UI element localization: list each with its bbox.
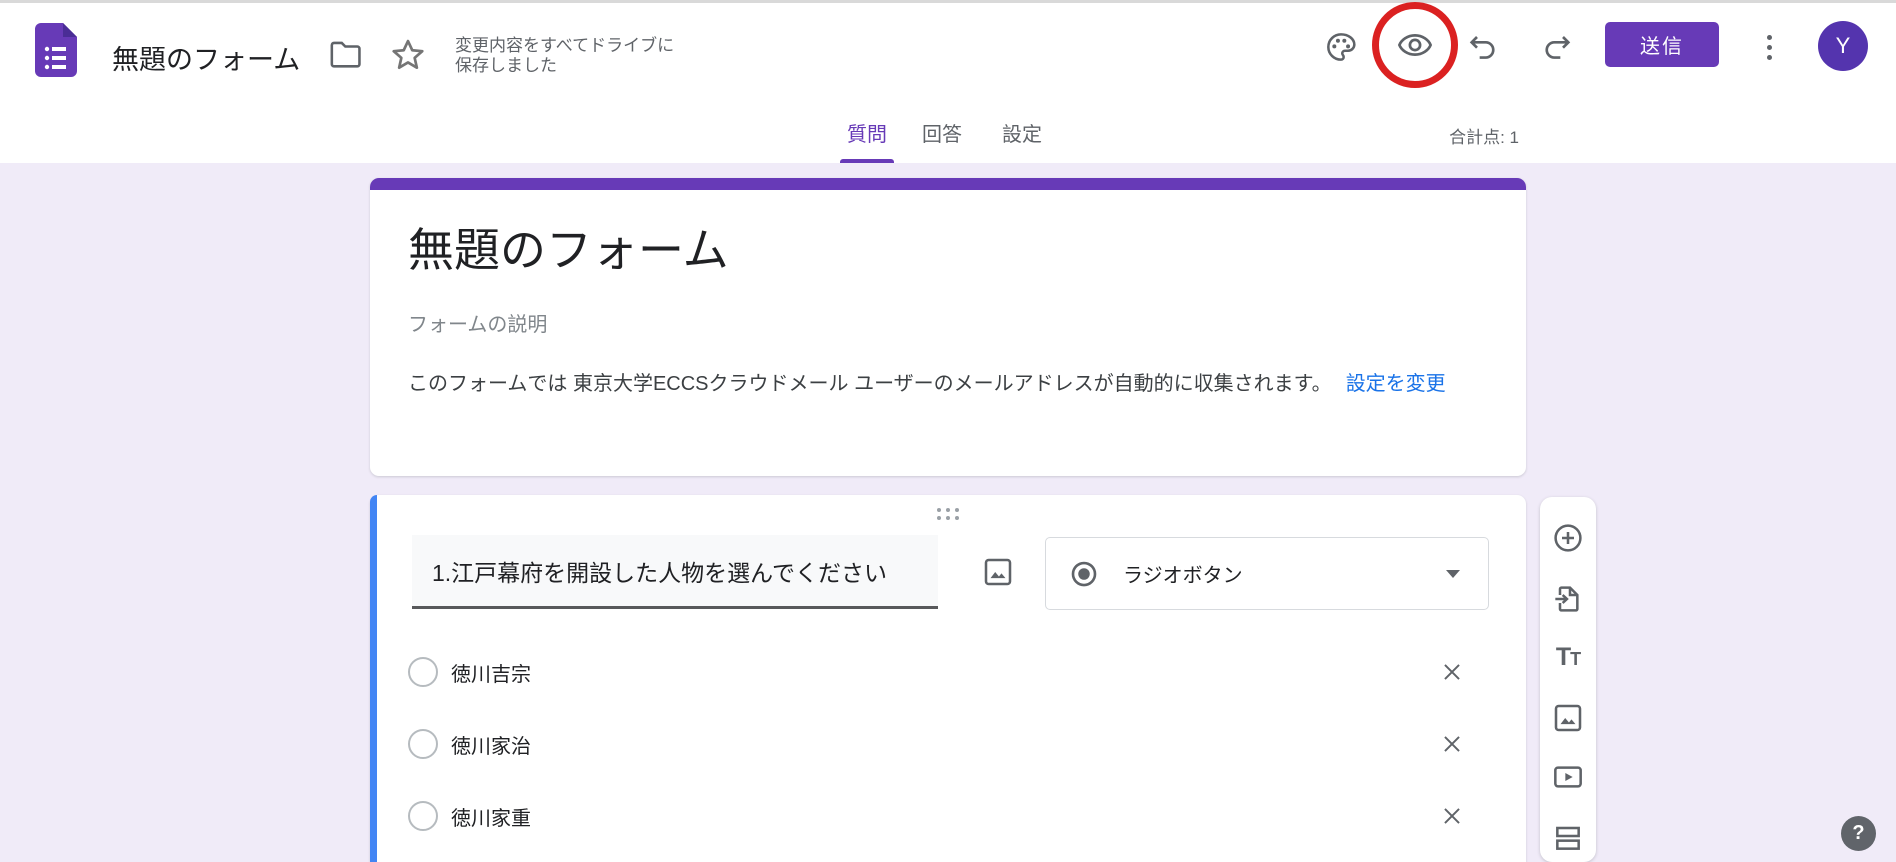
radio-circle-icon bbox=[408, 657, 438, 687]
radio-button-type-icon bbox=[1069, 559, 1099, 589]
total-points: 合計点: 1 bbox=[1399, 123, 1519, 148]
drag-handle[interactable] bbox=[934, 505, 962, 523]
send-button[interactable]: 送信 bbox=[1605, 22, 1719, 67]
option-row: 徳川家重 bbox=[370, 794, 1526, 834]
document-title[interactable]: 無題のフォーム bbox=[112, 38, 300, 77]
form-header-card: 無題のフォーム フォームの説明 このフォームでは 東京大学ECCSクラウドメール… bbox=[370, 178, 1526, 476]
option-row: 徳川吉宗 bbox=[370, 650, 1526, 690]
remove-option-icon[interactable] bbox=[1438, 730, 1466, 758]
remove-option-icon[interactable] bbox=[1438, 658, 1466, 686]
help-icon[interactable]: ? bbox=[1841, 816, 1876, 851]
redo-icon[interactable] bbox=[1539, 29, 1575, 65]
theme-color-bar bbox=[370, 178, 1526, 190]
option-label[interactable]: 徳川家治 bbox=[451, 730, 531, 759]
more-options-icon[interactable] bbox=[1752, 28, 1786, 66]
save-status-line2: 保存しました bbox=[455, 56, 674, 76]
add-question-icon[interactable] bbox=[1550, 520, 1586, 556]
google-forms-logo-icon[interactable] bbox=[35, 23, 77, 77]
option-label[interactable]: 徳川吉宗 bbox=[451, 658, 531, 687]
radio-circle-icon bbox=[408, 729, 438, 759]
question-type-label: ラジオボタン bbox=[1123, 559, 1243, 588]
star-icon[interactable] bbox=[388, 35, 428, 75]
add-title-and-description-icon[interactable]: TT bbox=[1550, 639, 1586, 675]
tab-questions[interactable]: 質問 bbox=[832, 118, 902, 147]
dropdown-caret-icon bbox=[1446, 570, 1460, 578]
account-avatar[interactable]: Y bbox=[1818, 21, 1868, 71]
side-toolbar: TT bbox=[1540, 497, 1596, 862]
question-type-dropdown[interactable]: ラジオボタン bbox=[1045, 537, 1489, 610]
email-collection-notice: このフォームでは 東京大学ECCSクラウドメール ユーザーのメールアドレスが自動… bbox=[408, 370, 1460, 399]
radio-circle-icon bbox=[408, 801, 438, 831]
save-status-line1: 変更内容をすべてドライブに bbox=[455, 36, 674, 56]
tab-settings[interactable]: 設定 bbox=[987, 118, 1057, 147]
form-title-input[interactable]: 無題のフォーム bbox=[408, 214, 729, 280]
add-video-icon[interactable] bbox=[1550, 759, 1586, 795]
active-tab-underline bbox=[840, 159, 894, 163]
add-section-icon[interactable] bbox=[1550, 820, 1586, 856]
add-image-to-question-icon[interactable] bbox=[978, 552, 1018, 592]
save-status[interactable]: 変更内容をすべてドライブに 保存しました bbox=[455, 36, 674, 76]
import-questions-icon[interactable] bbox=[1550, 581, 1586, 617]
form-description-input[interactable]: フォームの説明 bbox=[408, 308, 547, 337]
customize-theme-palette-icon[interactable] bbox=[1323, 29, 1359, 65]
move-to-folder-icon[interactable] bbox=[326, 38, 366, 72]
question-card: 1.江戸幕府を開設した人物を選んでください ラジオボタン 徳川吉宗 徳川家治 bbox=[370, 495, 1526, 862]
question-title-input[interactable]: 1.江戸幕府を開設した人物を選んでください bbox=[412, 535, 938, 609]
change-settings-link[interactable]: 設定を変更 bbox=[1346, 373, 1446, 395]
email-notice-text: このフォームでは 東京大学ECCSクラウドメール ユーザーのメールアドレスが自動… bbox=[408, 373, 1332, 395]
remove-option-icon[interactable] bbox=[1438, 802, 1466, 830]
undo-icon[interactable] bbox=[1465, 29, 1501, 65]
option-row: 徳川家治 bbox=[370, 722, 1526, 762]
option-label[interactable]: 徳川家重 bbox=[451, 802, 531, 831]
tab-answers[interactable]: 回答 bbox=[907, 118, 977, 147]
preview-eye-icon[interactable] bbox=[1397, 27, 1433, 63]
add-image-icon[interactable] bbox=[1550, 700, 1586, 736]
